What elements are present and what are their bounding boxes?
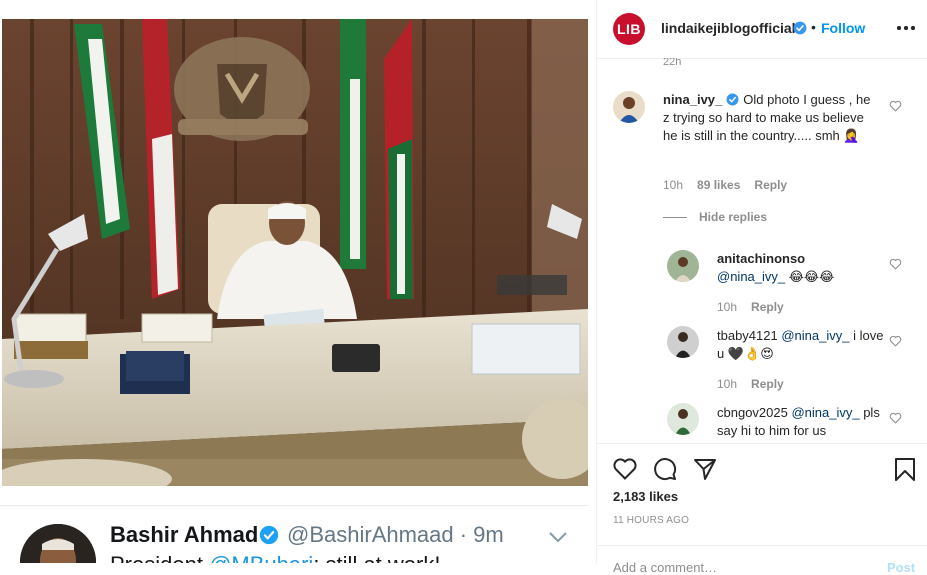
reply-time: 10h — [717, 377, 738, 391]
tweet-author-name: Bashir Ahmad — [110, 522, 259, 547]
hide-replies-button[interactable]: Hide replies — [663, 210, 767, 224]
reply-meta: 10h Reply — [717, 300, 798, 314]
tweet-text-prefix: President — [110, 552, 209, 563]
reply-time: 10h — [717, 300, 738, 314]
reply-username[interactable]: tbaby4121 — [717, 328, 778, 343]
comment-likes[interactable]: 89 likes — [697, 178, 740, 192]
heart-icon[interactable] — [889, 412, 902, 424]
reply-mention[interactable]: @nina_ivy_ — [717, 269, 785, 284]
comment-time: 10h — [663, 178, 684, 192]
post-timestamp[interactable]: 11 HOURS AGO — [613, 515, 689, 526]
account-avatar[interactable]: LIB — [613, 13, 645, 45]
reply-meta: 10h Reply — [717, 377, 798, 391]
reply-avatar[interactable] — [667, 403, 699, 435]
reply-avatar[interactable] — [667, 250, 699, 282]
post-header: LIB lindaikejiblogofficial • Follow — [597, 0, 927, 59]
reply-username[interactable]: anitachinonso — [717, 251, 805, 266]
comment-text: nina_ivy_ Old photo I guess , he z trying… — [663, 91, 873, 145]
reply-body: 😂😂😂 — [785, 269, 835, 284]
account-username[interactable]: lindaikejiblogofficial — [661, 20, 796, 36]
more-options-icon[interactable] — [897, 26, 915, 30]
tweet-mention: @MBuhari — [209, 552, 313, 563]
commenter-avatar[interactable] — [613, 91, 645, 123]
tweet-author-avatar — [20, 524, 96, 563]
hide-replies-label: Hide replies — [699, 210, 768, 224]
hide-replies-line — [663, 216, 687, 218]
reply-button[interactable]: Reply — [754, 178, 787, 192]
comment-meta: 10h 89 likes Reply — [663, 178, 801, 192]
reply-text: anitachinonso @nina_ivy_ 😂😂😂 — [717, 250, 887, 286]
comment-icon[interactable] — [652, 456, 678, 482]
reply-button[interactable]: Reply — [751, 300, 784, 314]
heart-icon[interactable] — [889, 335, 902, 347]
heart-icon[interactable] — [889, 258, 902, 270]
coat-of-arms — [174, 37, 310, 141]
post-actions: 2,183 likes 11 HOURS AGO Add a comment… … — [597, 443, 927, 575]
comment-username[interactable]: nina_ivy_ — [663, 92, 722, 107]
reply-text: cbngov2025 @nina_ivy_ pls say hi to him … — [717, 404, 887, 440]
separator-dot: • — [811, 19, 816, 35]
post-sidebar: LIB lindaikejiblogofficial • Follow 22h … — [596, 0, 927, 575]
reply-button[interactable]: Reply — [751, 377, 784, 391]
reply-mention[interactable]: @nina_ivy_ — [781, 328, 849, 343]
reply-avatar[interactable] — [667, 326, 699, 358]
likes-count[interactable]: 2,183 likes — [613, 489, 678, 504]
tweet-text-suffix: : still at work! — [313, 552, 440, 563]
follow-button[interactable]: Follow — [821, 20, 865, 36]
office-photo-image — [2, 19, 588, 486]
chevron-down-icon — [549, 532, 567, 543]
reply-username[interactable]: cbngov2025 — [717, 405, 788, 420]
verified-badge-icon — [726, 93, 739, 106]
post-media[interactable]: Bashir Ahmad @BashirAhmaad · 9m Presiden… — [0, 0, 596, 563]
embedded-tweet: Bashir Ahmad @BashirAhmaad · 9m Presiden… — [0, 505, 588, 563]
verified-badge-icon — [259, 525, 279, 545]
tweet-handle-time: @BashirAhmaad · 9m — [287, 522, 504, 547]
share-icon[interactable] — [692, 456, 718, 482]
reply-mention[interactable]: @nina_ivy_ — [791, 405, 859, 420]
verified-badge-icon — [793, 21, 807, 35]
bookmark-icon[interactable] — [892, 456, 918, 482]
heart-icon[interactable] — [612, 456, 638, 482]
post-photo[interactable] — [2, 19, 588, 486]
comment-time-cut: 22h — [663, 58, 682, 68]
post-comment-button[interactable]: Post — [887, 560, 915, 575]
reply-text: tbaby4121 @nina_ivy_ i love u 🖤👌😍 — [717, 327, 887, 363]
comments-list[interactable]: 22h nina_ivy_ Old photo I guess , he z tr… — [597, 58, 927, 443]
heart-icon[interactable] — [889, 100, 902, 112]
comment-input[interactable]: Add a comment… — [613, 560, 717, 575]
tweet-text: President @MBuhari: still at work! — [110, 552, 440, 563]
